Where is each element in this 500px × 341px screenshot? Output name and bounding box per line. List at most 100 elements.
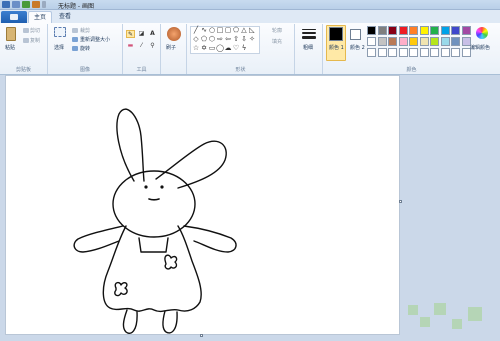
palette-swatch[interactable] bbox=[430, 37, 439, 46]
bunny-left-leg bbox=[122, 309, 138, 334]
palette-swatch[interactable] bbox=[409, 37, 418, 46]
color2-swatch[interactable] bbox=[350, 29, 361, 40]
palette-swatch[interactable] bbox=[430, 26, 439, 35]
right-triangle-shape-icon[interactable]: ◺ bbox=[248, 27, 256, 34]
size-group: 粗细 bbox=[295, 24, 323, 74]
edit-colors-icon[interactable] bbox=[476, 27, 488, 39]
five-point-star-shape-icon[interactable]: ☆ bbox=[192, 45, 200, 52]
color1-label: 颜色 1 bbox=[329, 45, 344, 51]
select-button[interactable]: 选择 bbox=[54, 44, 64, 51]
palette-swatch[interactable] bbox=[419, 26, 429, 35]
brushes-group: 刷子 bbox=[161, 24, 187, 74]
palette-swatch[interactable] bbox=[409, 48, 418, 57]
paste-button[interactable]: 粘贴 bbox=[5, 44, 15, 51]
paste-icon[interactable] bbox=[6, 27, 16, 41]
rounded-rectangle-shape-icon[interactable]: ▢ bbox=[224, 27, 232, 34]
color-picker-tool-icon[interactable]: ⁄ bbox=[137, 42, 146, 50]
palette-swatch[interactable] bbox=[388, 48, 397, 57]
palette-swatch[interactable] bbox=[398, 26, 408, 35]
tab-home[interactable]: 主页 bbox=[28, 11, 53, 23]
outline-button[interactable]: 轮廓 bbox=[272, 27, 282, 34]
customize-qat-icon[interactable] bbox=[42, 1, 46, 8]
resize-button[interactable]: 重新调整大小 bbox=[80, 36, 110, 43]
app-menu-icon[interactable] bbox=[2, 1, 10, 8]
up-arrow-shape-icon[interactable]: ⇧ bbox=[232, 36, 240, 43]
palette-swatch[interactable] bbox=[419, 48, 429, 57]
palette-swatch[interactable] bbox=[388, 26, 397, 35]
palette-swatch[interactable] bbox=[419, 37, 429, 46]
shapes-gallery[interactable]: ╱ ∿ ○ □ ▢ ⬠ △ ◺ ◇ ⬠ ⬡ ⇨ ⇦ ⇧ ⇩ ✧ ☆ ✡ ▭ ◯ … bbox=[190, 26, 260, 54]
crop-button[interactable]: 裁剪 bbox=[80, 27, 90, 34]
quick-access-toolbar bbox=[2, 1, 46, 9]
heart-shape-icon[interactable]: ♡ bbox=[232, 45, 240, 52]
palette-swatch[interactable] bbox=[367, 26, 376, 35]
line-shape-icon[interactable]: ╱ bbox=[192, 27, 200, 34]
palette-swatch[interactable] bbox=[451, 26, 460, 35]
file-menu-button[interactable] bbox=[1, 11, 27, 23]
palette-swatch[interactable] bbox=[409, 26, 418, 35]
magnifier-tool-icon[interactable]: ⚲ bbox=[148, 42, 157, 50]
right-arrow-shape-icon[interactable]: ⇨ bbox=[216, 36, 224, 43]
copy-button[interactable]: 复制 bbox=[30, 37, 40, 44]
palette-swatch[interactable] bbox=[377, 26, 387, 35]
bunny-right-eye bbox=[160, 185, 164, 189]
color2-label[interactable]: 颜色 2 bbox=[350, 44, 365, 51]
palette-swatch[interactable] bbox=[367, 37, 376, 46]
size-button[interactable]: 粗细 bbox=[303, 44, 313, 51]
palette-swatch[interactable] bbox=[377, 37, 387, 46]
rotate-button[interactable]: 旋转 bbox=[80, 45, 90, 52]
palette-swatch[interactable] bbox=[398, 48, 408, 57]
save-icon[interactable] bbox=[12, 1, 20, 8]
pentagon-shape-icon[interactable]: ⬠ bbox=[200, 36, 208, 43]
redo-icon[interactable] bbox=[32, 1, 40, 8]
canvas-resize-handle-bottom[interactable] bbox=[200, 334, 203, 337]
palette-swatch[interactable] bbox=[367, 48, 376, 57]
callout-rect-shape-icon[interactable]: ▭ bbox=[208, 45, 216, 52]
palette-swatch[interactable] bbox=[461, 26, 471, 35]
select-icon[interactable] bbox=[54, 27, 66, 37]
polygon-shape-icon[interactable]: ⬠ bbox=[232, 27, 240, 34]
drawing-canvas[interactable] bbox=[5, 75, 400, 335]
eraser-tool-icon[interactable]: ▬ bbox=[126, 42, 135, 50]
palette-swatch[interactable] bbox=[377, 48, 387, 57]
diamond-shape-icon[interactable]: ◇ bbox=[192, 36, 200, 43]
hexagon-shape-icon[interactable]: ⬡ bbox=[208, 36, 216, 43]
four-point-star-shape-icon[interactable]: ✧ bbox=[248, 36, 256, 43]
brushes-button[interactable]: 刷子 bbox=[166, 44, 176, 51]
fill-tool-icon[interactable]: ◪ bbox=[137, 30, 146, 38]
rectangle-shape-icon[interactable]: □ bbox=[216, 27, 224, 34]
edit-colors-button[interactable]: 编辑颜色 bbox=[470, 44, 490, 51]
palette-swatch[interactable] bbox=[440, 26, 450, 35]
palette-swatch[interactable] bbox=[440, 48, 450, 57]
watermark-logo bbox=[404, 297, 496, 337]
brush-icon[interactable] bbox=[167, 27, 181, 41]
pencil-tool-icon[interactable]: ✎ bbox=[126, 30, 135, 38]
palette-swatch[interactable] bbox=[430, 48, 439, 57]
palette-swatch[interactable] bbox=[440, 37, 450, 46]
color1-swatch[interactable] bbox=[329, 27, 343, 41]
six-point-star-shape-icon[interactable]: ✡ bbox=[200, 45, 208, 52]
triangle-shape-icon[interactable]: △ bbox=[240, 27, 248, 34]
text-tool-icon[interactable]: A bbox=[148, 30, 157, 38]
palette-swatch[interactable] bbox=[398, 37, 408, 46]
callout-cloud-shape-icon[interactable]: ☁ bbox=[224, 45, 232, 52]
palette-swatch[interactable] bbox=[451, 48, 460, 57]
palette-swatch[interactable] bbox=[451, 37, 460, 46]
bunny-drawing bbox=[73, 108, 237, 334]
callout-oval-shape-icon[interactable]: ◯ bbox=[216, 45, 224, 52]
fill-button[interactable]: 填充 bbox=[272, 38, 282, 45]
cut-button[interactable]: 剪切 bbox=[30, 27, 40, 34]
undo-icon[interactable] bbox=[22, 1, 30, 8]
down-arrow-shape-icon[interactable]: ⇩ bbox=[240, 36, 248, 43]
oval-shape-icon[interactable]: ○ bbox=[208, 27, 216, 34]
lightning-shape-icon[interactable]: ϟ bbox=[240, 45, 248, 52]
tools-group-label: 工具 bbox=[136, 67, 147, 73]
bunny-flower-left bbox=[114, 281, 128, 297]
left-arrow-shape-icon[interactable]: ⇦ bbox=[224, 36, 232, 43]
palette-swatch[interactable] bbox=[388, 37, 397, 46]
curve-shape-icon[interactable]: ∿ bbox=[200, 27, 208, 34]
copy-icon bbox=[23, 38, 29, 43]
bunny-dress bbox=[102, 225, 202, 313]
canvas-resize-handle-right[interactable] bbox=[399, 200, 402, 203]
tab-view[interactable]: 查看 bbox=[54, 11, 76, 23]
